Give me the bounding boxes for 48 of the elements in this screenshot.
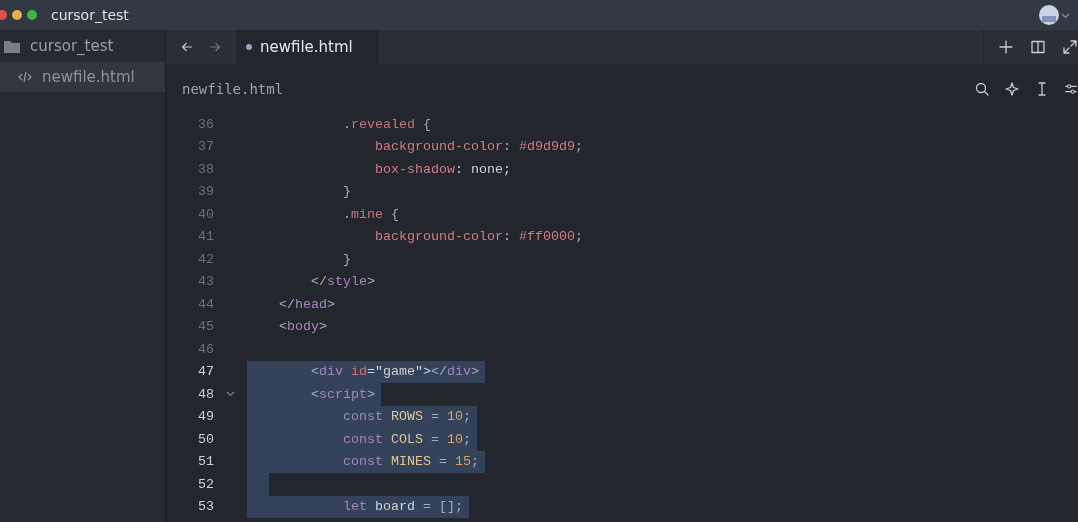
search-button[interactable] (974, 81, 990, 97)
line-number: 41 (197, 229, 214, 245)
code-line: .revealed { (341, 115, 432, 134)
line-number: 48 (197, 386, 214, 402)
forward-button[interactable] (208, 40, 222, 54)
line-number: 44 (197, 296, 214, 312)
minimize-button[interactable] (12, 10, 22, 20)
code-line: background-color: #ff0000; (373, 228, 584, 247)
code-line: background-color: #d9d9d9; (373, 138, 584, 157)
avatar-button[interactable] (1039, 5, 1070, 25)
line-number: 36 (197, 116, 214, 132)
maximize-button[interactable] (27, 10, 37, 20)
code-line: <body> (278, 318, 328, 337)
window-title: cursor_test (51, 7, 130, 23)
line-number: 46 (197, 341, 214, 357)
line-number: 43 (197, 274, 214, 290)
line-number: 51 (197, 454, 214, 470)
line-number: 37 (197, 139, 214, 155)
code-line: </style> (310, 273, 376, 292)
code-line: } (341, 250, 352, 269)
line-number: 38 (197, 161, 214, 177)
line-number: 47 (197, 364, 214, 380)
new-tab-button[interactable] (998, 39, 1014, 55)
line-number: 52 (197, 476, 214, 492)
code-line: </head> (278, 295, 336, 314)
file-item[interactable]: newfile.html (0, 62, 165, 92)
settings-button[interactable] (1064, 81, 1078, 97)
back-button[interactable] (180, 40, 194, 54)
ai-button[interactable] (1004, 81, 1020, 97)
close-button[interactable] (0, 10, 7, 20)
code-line: .mine { (341, 205, 400, 224)
line-number: 42 (197, 251, 214, 267)
editor-tab[interactable]: newfile.html (236, 30, 378, 64)
line-number: 49 (197, 409, 214, 425)
line-number: 45 (197, 319, 214, 335)
folder-item[interactable]: cursor_test (0, 30, 165, 62)
line-number: 50 (197, 431, 214, 447)
expand-button[interactable] (1062, 39, 1078, 55)
fold-chevron-icon[interactable] (226, 391, 235, 398)
folder-icon (4, 39, 20, 53)
file-path: newfile.html (182, 81, 285, 97)
line-number: 39 (197, 184, 214, 200)
code-icon (18, 71, 32, 83)
split-button[interactable] (1030, 39, 1046, 55)
line-number: 53 (197, 499, 214, 515)
code-line: } (341, 183, 352, 202)
code-line: box-shadow: none; (373, 160, 512, 179)
line-number: 40 (197, 206, 214, 222)
